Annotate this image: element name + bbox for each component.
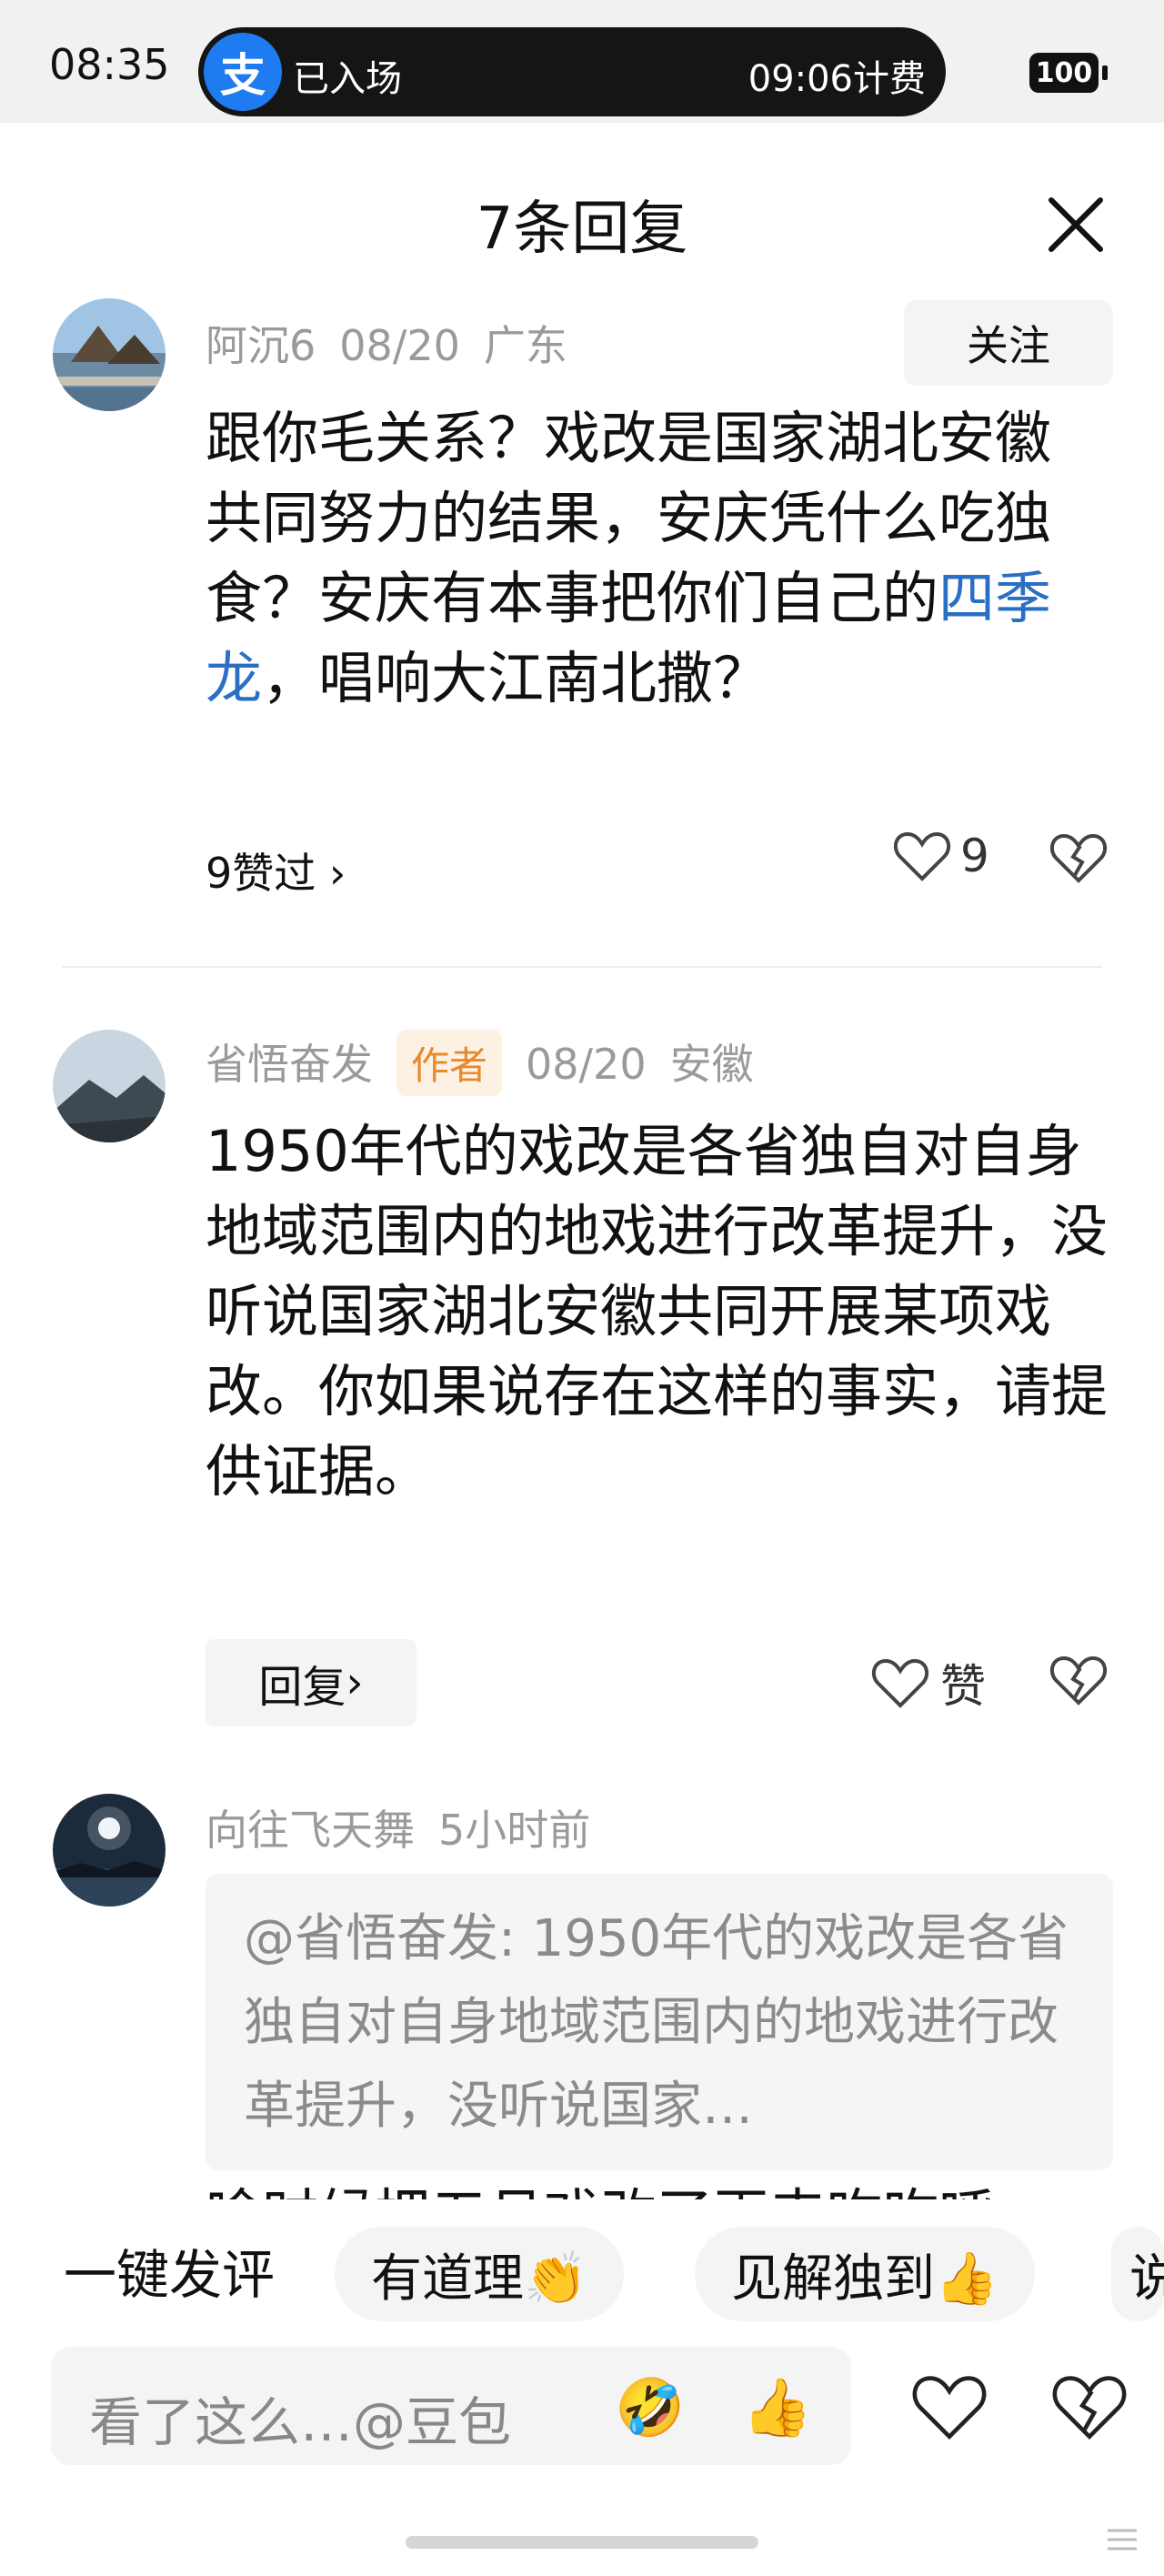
comment-time: 5小时前 bbox=[438, 1806, 591, 1855]
comment-meta: 省悟奋发 作者 08/20 安徽 bbox=[206, 1030, 778, 1096]
quick-comment-label: 一键发评 bbox=[64, 2244, 276, 2306]
likes-summary-link[interactable]: 9赞过 › bbox=[206, 840, 346, 901]
home-indicator[interactable] bbox=[406, 2536, 758, 2549]
laughing-emoji-icon[interactable]: 🤣 bbox=[615, 2374, 685, 2441]
like-label: 赞 bbox=[940, 1660, 986, 1713]
comment-meta: 向往飞天舞 5小时前 bbox=[206, 1797, 614, 1857]
dislike-icon[interactable] bbox=[1049, 1654, 1108, 1706]
comment-location: 安徽 bbox=[669, 1040, 754, 1089]
quick-chip-agree[interactable]: 有道理👏 bbox=[335, 2227, 624, 2321]
comment-text-part: 跟你毛关系？戏改是国家湖北安徽共同努力的结果，安庆凭什么吃独食？安庆有本事把你们… bbox=[206, 405, 1052, 631]
avatar[interactable] bbox=[53, 298, 166, 411]
menu-icon[interactable] bbox=[1104, 2521, 1140, 2558]
dislike-icon[interactable] bbox=[1049, 831, 1108, 884]
avatar-moon-image bbox=[53, 1794, 166, 1907]
quick-comment-bar: 一键发评 有道理👏 见解独到👍 说 bbox=[0, 2199, 1164, 2336]
parking-live-activity[interactable]: 支 已入场 09:06计费 bbox=[198, 27, 946, 116]
comment-input[interactable]: 看了这么…@豆包 🤣 👍 bbox=[51, 2347, 851, 2465]
quoted-comment[interactable]: @省悟奋发: 1950年代的戏改是各省独自对自身地域范围内的地戏进行改革提升，没… bbox=[206, 1874, 1113, 2170]
comment-text-part: ，唱响大江南北撒？ bbox=[262, 645, 770, 711]
heart-icon bbox=[893, 831, 951, 881]
status-bar: 08:35 支 已入场 09:06计费 100 bbox=[0, 0, 1164, 123]
likes-summary-text: 9赞过 bbox=[206, 849, 316, 898]
reply-button[interactable]: 回复 › bbox=[206, 1639, 416, 1726]
heart-icon[interactable] bbox=[911, 2372, 988, 2441]
quote-text: @省悟奋发: 1950年代的戏改是各省独自对自身地域范围内的地戏进行改革提升，没… bbox=[244, 1909, 1069, 2136]
comment-date: 08/20 bbox=[339, 321, 460, 370]
avatar[interactable] bbox=[53, 1794, 166, 1907]
like-count: 9 bbox=[960, 830, 989, 882]
avatar[interactable] bbox=[53, 1030, 166, 1142]
author-badge: 作者 bbox=[396, 1030, 503, 1096]
alipay-icon: 支 bbox=[204, 33, 282, 111]
battery-tip bbox=[1102, 65, 1108, 80]
username[interactable]: 向往飞天舞 bbox=[206, 1806, 415, 1855]
like-button[interactable]: 9 bbox=[893, 830, 989, 882]
comment-meta: 阿沉6 08/20 广东 bbox=[206, 313, 591, 373]
billing-time: 09:06计费 bbox=[748, 58, 926, 100]
status-time: 08:35 bbox=[49, 40, 170, 89]
username[interactable]: 阿沉6 bbox=[206, 321, 316, 370]
thumbs-up-emoji-icon[interactable]: 👍 bbox=[742, 2374, 812, 2441]
chevron-right-icon: › bbox=[346, 1657, 364, 1708]
follow-button[interactable]: 关注 bbox=[904, 300, 1113, 386]
quick-chip-insightful[interactable]: 见解独到👍 bbox=[695, 2227, 1035, 2321]
comment-date: 08/20 bbox=[526, 1040, 647, 1089]
dislike-icon[interactable] bbox=[1051, 2372, 1128, 2441]
avatar-mountain-image bbox=[53, 1030, 166, 1142]
username[interactable]: 省悟奋发 bbox=[206, 1040, 373, 1089]
comment-input-placeholder: 看了这么…@豆包 bbox=[89, 2391, 512, 2453]
parking-status: 已入场 bbox=[293, 58, 402, 100]
battery-icon: 100 bbox=[1029, 53, 1099, 93]
heart-icon bbox=[871, 1658, 929, 1708]
close-icon[interactable] bbox=[1044, 193, 1108, 257]
like-button[interactable]: 赞 bbox=[871, 1650, 986, 1716]
quick-chip-partial[interactable]: 说 bbox=[1111, 2227, 1164, 2321]
divider bbox=[62, 966, 1102, 968]
page-title: 7条回复 bbox=[476, 196, 688, 263]
comment-location: 广东 bbox=[483, 321, 567, 370]
avatar-landscape-image bbox=[53, 298, 166, 411]
chevron-right-icon: › bbox=[328, 849, 346, 898]
reply-label: 回复 bbox=[258, 1662, 346, 1713]
comment-text[interactable]: 跟你毛关系？戏改是国家湖北安徽共同努力的结果，安庆凭什么吃独食？安庆有本事把你们… bbox=[206, 398, 1106, 719]
comment-text[interactable]: 1950年代的戏改是各省独自对自身地域范围内的地戏进行改革提升，没听说国家湖北安… bbox=[206, 1112, 1115, 1512]
